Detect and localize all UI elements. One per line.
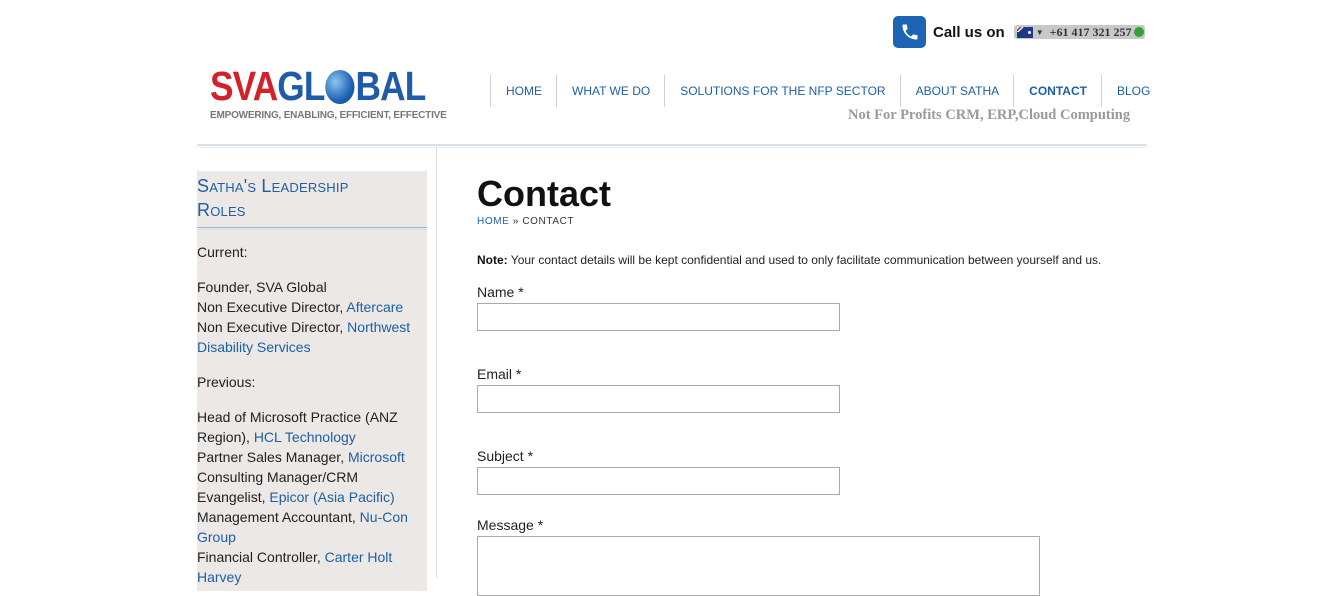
role-carter-holt: Financial Controller, Carter Holt Harvey [197, 547, 427, 587]
role-title: Management Accountant, [197, 509, 360, 525]
role-title: Non Executive Director, [197, 319, 348, 335]
name-group: Name * [477, 284, 1147, 331]
sidebar-title-line1: Satha's Leadership [197, 176, 349, 196]
sidebar: Satha's Leadership Roles Current: Founde… [197, 171, 427, 591]
role-title: Partner Sales Manager, [197, 449, 348, 465]
header-divider-shadow [197, 147, 1147, 148]
email-label: Email * [477, 366, 522, 382]
nav-about-satha[interactable]: ABOUT SATHA [899, 75, 1014, 107]
current-label: Current: [197, 244, 248, 260]
link-aftercare[interactable]: Aftercare [346, 299, 403, 315]
role-hcl: Head of Microsoft Practice (ANZ Region),… [197, 407, 427, 447]
message-group: Message * [477, 517, 1147, 596]
breadcrumb-home[interactable]: HOME [477, 216, 509, 227]
previous-label: Previous: [197, 374, 256, 390]
globe-icon [325, 70, 355, 104]
note-text: Your contact details will be kept confid… [507, 253, 1102, 267]
nav-contact[interactable]: CONTACT [1013, 75, 1101, 107]
breadcrumb-current: CONTACT [522, 216, 575, 227]
role-ned-aftercare: Non Executive Director, Aftercare [197, 297, 427, 317]
phone-icon [893, 16, 926, 48]
phone-number-box[interactable]: ▼ +61 417 321 257 [1013, 25, 1146, 40]
role-epicor: Consulting Manager/CRM Evangelist, Epico… [197, 467, 427, 507]
name-label: Name * [477, 284, 524, 300]
message-field[interactable] [477, 536, 1040, 596]
role-nucon: Management Accountant, Nu-Con Group [197, 507, 427, 547]
nav-solutions-nfp[interactable]: SOLUTIONS FOR THE NFP SECTOR [664, 75, 899, 107]
note-label: Note: [477, 253, 508, 267]
nav-home[interactable]: HOME [490, 75, 556, 107]
role-ned-northwest: Non Executive Director, Northwest Disabi… [197, 317, 427, 357]
logo-tagline: EMPOWERING, ENABLING, EFFICIENT, EFFECTI… [210, 110, 447, 121]
sidebar-body: Current: Founder, SVA Global Non Executi… [197, 230, 427, 587]
subject-label: Subject * [477, 448, 534, 464]
header-divider [197, 144, 1147, 146]
sidebar-title-line2: Roles [197, 200, 246, 220]
link-hcl[interactable]: HCL Technology [254, 429, 356, 445]
logo[interactable]: SVAGL BAL EMPOWERING, ENABLING, EFFICIENT… [210, 63, 447, 122]
site-subtitle: Not For Profits CRM, ERP,Cloud Computing [848, 107, 1131, 123]
column-divider [436, 148, 437, 578]
page-title: Contact [477, 173, 611, 214]
nav-blog[interactable]: BLOG [1100, 75, 1164, 107]
link-epicor[interactable]: Epicor (Asia Pacific) [269, 489, 394, 505]
call-bar: Call us on ▼ +61 417 321 257 [893, 16, 1146, 48]
nav-what-we-do[interactable]: WHAT WE DO [556, 75, 664, 107]
role-microsoft: Partner Sales Manager, Microsoft [197, 447, 427, 467]
breadcrumb-separator: » [509, 216, 523, 227]
logo-text-bal: BAL [355, 63, 427, 109]
privacy-note: Note: Your contact details will be kept … [477, 253, 1147, 267]
phone-number[interactable]: +61 417 321 257 [1047, 25, 1135, 40]
role-title: Financial Controller, [197, 549, 325, 565]
email-group: Email * [477, 366, 1147, 413]
main-nav: HOME WHAT WE DO SOLUTIONS FOR THE NFP SE… [490, 75, 1164, 107]
main-content: Contact HOME » CONTACT Note: Your contac… [477, 172, 1147, 596]
sidebar-title: Satha's Leadership Roles [197, 171, 427, 222]
breadcrumb: HOME » CONTACT [477, 216, 1147, 227]
logo-text-sva: SVA [210, 63, 278, 109]
role-founder: Founder, SVA Global [197, 279, 327, 295]
email-field[interactable] [477, 385, 840, 413]
role-title: Non Executive Director, [197, 299, 347, 315]
logo-text-gl: GL [277, 63, 325, 109]
call-us-label: Call us on [933, 23, 1005, 41]
chevron-down-icon[interactable]: ▼ [1036, 28, 1044, 37]
subject-group: Subject * [477, 448, 1147, 495]
sidebar-title-rule [197, 227, 427, 228]
call-icon[interactable] [1134, 27, 1145, 37]
subject-field[interactable] [477, 467, 840, 495]
link-microsoft[interactable]: Microsoft [348, 449, 405, 465]
australia-flag-icon [1016, 26, 1033, 38]
name-field[interactable] [477, 303, 840, 331]
message-label: Message * [477, 517, 544, 533]
